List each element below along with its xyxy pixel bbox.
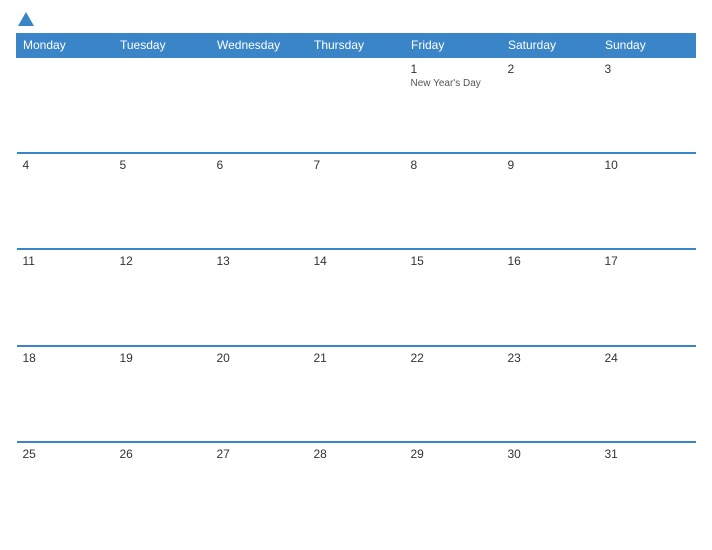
day-number: 27 — [217, 447, 302, 461]
day-number: 31 — [605, 447, 690, 461]
day-number: 14 — [314, 254, 399, 268]
calendar-cell: 18 — [17, 346, 114, 442]
calendar-cell: 4 — [17, 153, 114, 249]
day-number: 21 — [314, 351, 399, 365]
calendar-cell: 6 — [211, 153, 308, 249]
calendar-cell: 16 — [502, 249, 599, 345]
calendar-cell: 24 — [599, 346, 696, 442]
calendar-cell — [114, 57, 211, 153]
week-row-2: 456789 10 — [17, 153, 696, 249]
calendar-cell: 2 — [502, 57, 599, 153]
day-number: 29 — [411, 447, 496, 461]
day-number: 13 — [217, 254, 302, 268]
calendar-cell: 19 — [114, 346, 211, 442]
calendar-cell: 17 — [599, 249, 696, 345]
day-number: 19 — [120, 351, 205, 365]
day-number: 16 — [508, 254, 593, 268]
calendar-cell: 8 — [405, 153, 502, 249]
calendar-cell: 11 — [17, 249, 114, 345]
day-number: 11 — [23, 254, 108, 268]
calendar-cell: 20 — [211, 346, 308, 442]
day-number: 6 — [217, 158, 302, 172]
calendar-cell: 5 — [114, 153, 211, 249]
week-row-3: 11 12 13 14 15 16 17 — [17, 249, 696, 345]
week-row-5: 25 26 27 28 29 30 31 — [17, 442, 696, 538]
calendar-cell: 30 — [502, 442, 599, 538]
logo — [16, 12, 34, 27]
calendar-cell — [308, 57, 405, 153]
calendar-cell: 3 — [599, 57, 696, 153]
day-number: 8 — [411, 158, 496, 172]
day-number: 22 — [411, 351, 496, 365]
day-number: 1 — [411, 62, 496, 76]
calendar-page: MondayTuesdayWednesdayThursdayFridaySatu… — [0, 0, 712, 550]
day-number: 9 — [508, 158, 593, 172]
day-header-wednesday: Wednesday — [211, 34, 308, 58]
calendar-cell: 27 — [211, 442, 308, 538]
calendar-cell — [211, 57, 308, 153]
day-number: 12 — [120, 254, 205, 268]
day-number: 3 — [605, 62, 690, 76]
week-row-1: 1 New Year's Day 23 — [17, 57, 696, 153]
day-number: 23 — [508, 351, 593, 365]
day-number: 28 — [314, 447, 399, 461]
calendar-cell: 9 — [502, 153, 599, 249]
day-number: 30 — [508, 447, 593, 461]
calendar-cell: 25 — [17, 442, 114, 538]
calendar-cell: 13 — [211, 249, 308, 345]
calendar-cell: 26 — [114, 442, 211, 538]
calendar-cell: 10 — [599, 153, 696, 249]
day-number: 10 — [605, 158, 690, 172]
calendar-cell: 12 — [114, 249, 211, 345]
calendar-cell: 15 — [405, 249, 502, 345]
week-row-4: 18 19 20 21 22 23 24 — [17, 346, 696, 442]
day-header-saturday: Saturday — [502, 34, 599, 58]
day-header-tuesday: Tuesday — [114, 34, 211, 58]
day-number: 15 — [411, 254, 496, 268]
day-number: 2 — [508, 62, 593, 76]
day-header-friday: Friday — [405, 34, 502, 58]
calendar-cell: 1 New Year's Day — [405, 57, 502, 153]
calendar-header — [16, 12, 696, 27]
day-number: 7 — [314, 158, 399, 172]
day-number: 24 — [605, 351, 690, 365]
calendar-cell: 22 — [405, 346, 502, 442]
logo-triangle-icon — [18, 12, 34, 26]
holiday-label: New Year's Day — [411, 78, 496, 89]
calendar-cell: 31 — [599, 442, 696, 538]
day-number: 17 — [605, 254, 690, 268]
calendar-cell: 23 — [502, 346, 599, 442]
day-number: 5 — [120, 158, 205, 172]
calendar-cell — [17, 57, 114, 153]
day-number: 26 — [120, 447, 205, 461]
day-number: 4 — [23, 158, 108, 172]
day-number: 18 — [23, 351, 108, 365]
calendar-cell: 14 — [308, 249, 405, 345]
calendar-cell: 7 — [308, 153, 405, 249]
day-header-thursday: Thursday — [308, 34, 405, 58]
calendar-header-row: MondayTuesdayWednesdayThursdayFridaySatu… — [17, 34, 696, 58]
day-number: 25 — [23, 447, 108, 461]
day-header-monday: Monday — [17, 34, 114, 58]
calendar-table: MondayTuesdayWednesdayThursdayFridaySatu… — [16, 33, 696, 538]
calendar-cell: 29 — [405, 442, 502, 538]
calendar-cell: 21 — [308, 346, 405, 442]
day-header-sunday: Sunday — [599, 34, 696, 58]
calendar-cell: 28 — [308, 442, 405, 538]
day-number: 20 — [217, 351, 302, 365]
